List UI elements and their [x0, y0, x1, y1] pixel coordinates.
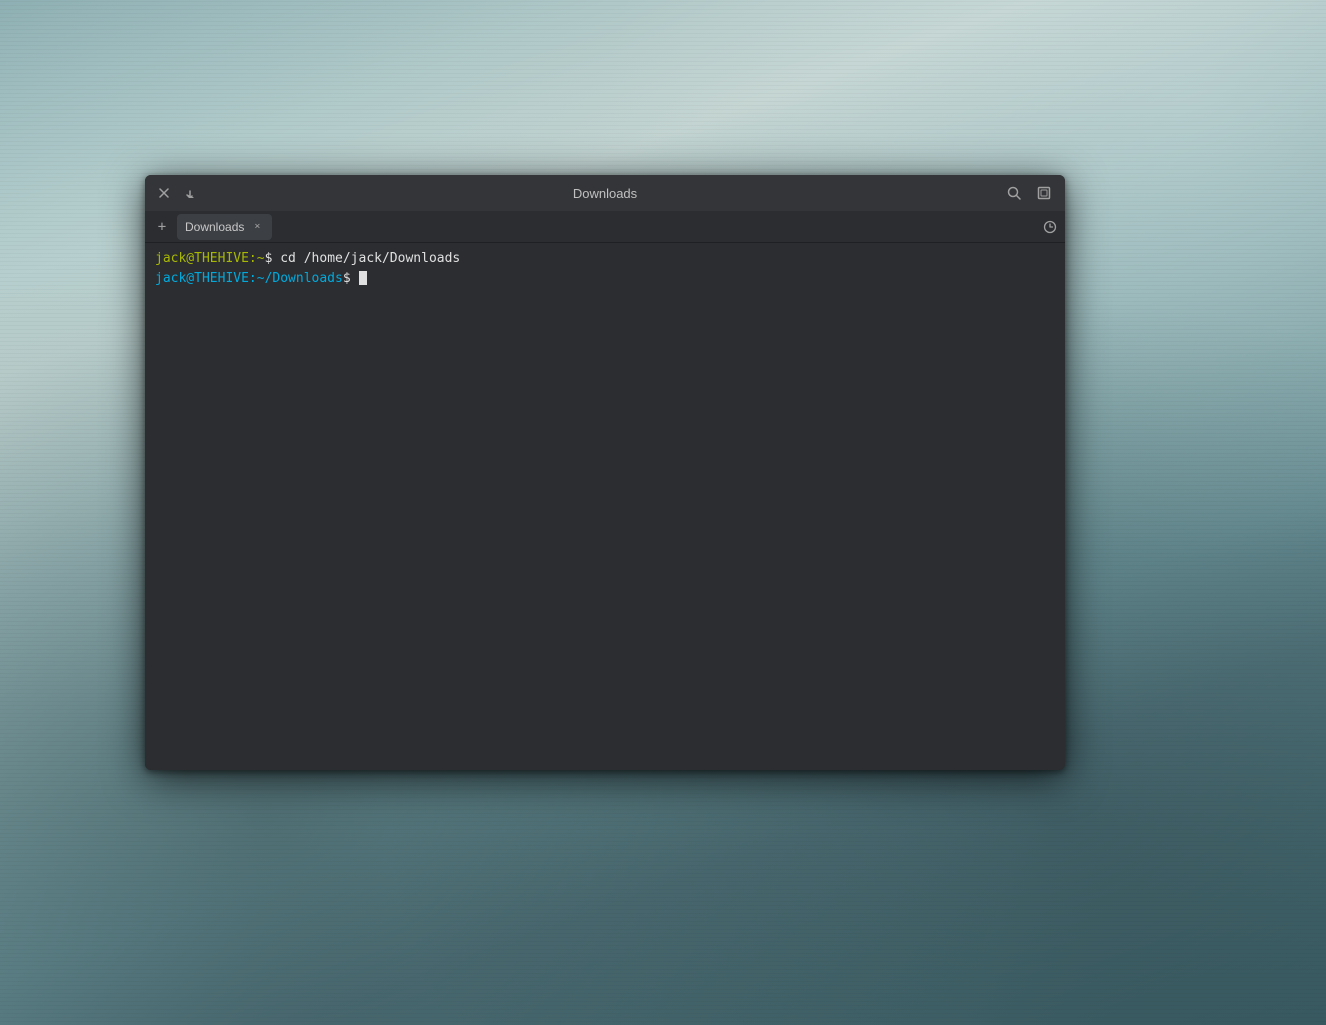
- search-button[interactable]: [1003, 182, 1025, 204]
- terminal-window: Downloads + Downloads ×: [145, 175, 1065, 770]
- terminal-line-1: jack@THEHIVE:~$ cd /home/jack/Downloads: [155, 249, 1055, 269]
- tab-close-button[interactable]: ×: [250, 220, 264, 234]
- titlebar-right-controls: [1003, 182, 1055, 204]
- tabbar: + Downloads ×: [145, 211, 1065, 243]
- window-title: Downloads: [573, 186, 637, 201]
- prompt-symbol-1: $: [265, 249, 281, 269]
- terminal-line-2: jack@THEHIVE:~/Downloads$: [155, 269, 1055, 289]
- prompt-user-2: jack@THEHIVE:~/Downloads: [155, 269, 343, 289]
- titlebar-left-controls: [155, 184, 199, 202]
- maximize-button[interactable]: [1033, 182, 1055, 204]
- titlebar: Downloads: [145, 175, 1065, 211]
- prompt-user-1: jack@THEHIVE:~: [155, 249, 265, 269]
- tab-downloads[interactable]: Downloads ×: [177, 214, 272, 240]
- tab-downloads-label: Downloads: [185, 220, 244, 234]
- tab-history-button[interactable]: [1039, 216, 1061, 238]
- prompt-cmd-1: cd /home/jack/Downloads: [280, 249, 460, 269]
- prompt-symbol-2: $: [343, 269, 359, 289]
- terminal-cursor: [359, 271, 367, 285]
- add-tab-button[interactable]: +: [149, 215, 175, 239]
- close-button[interactable]: [155, 184, 173, 202]
- minimize-button[interactable]: [181, 184, 199, 202]
- terminal-content[interactable]: jack@THEHIVE:~$ cd /home/jack/Downloads …: [145, 243, 1065, 770]
